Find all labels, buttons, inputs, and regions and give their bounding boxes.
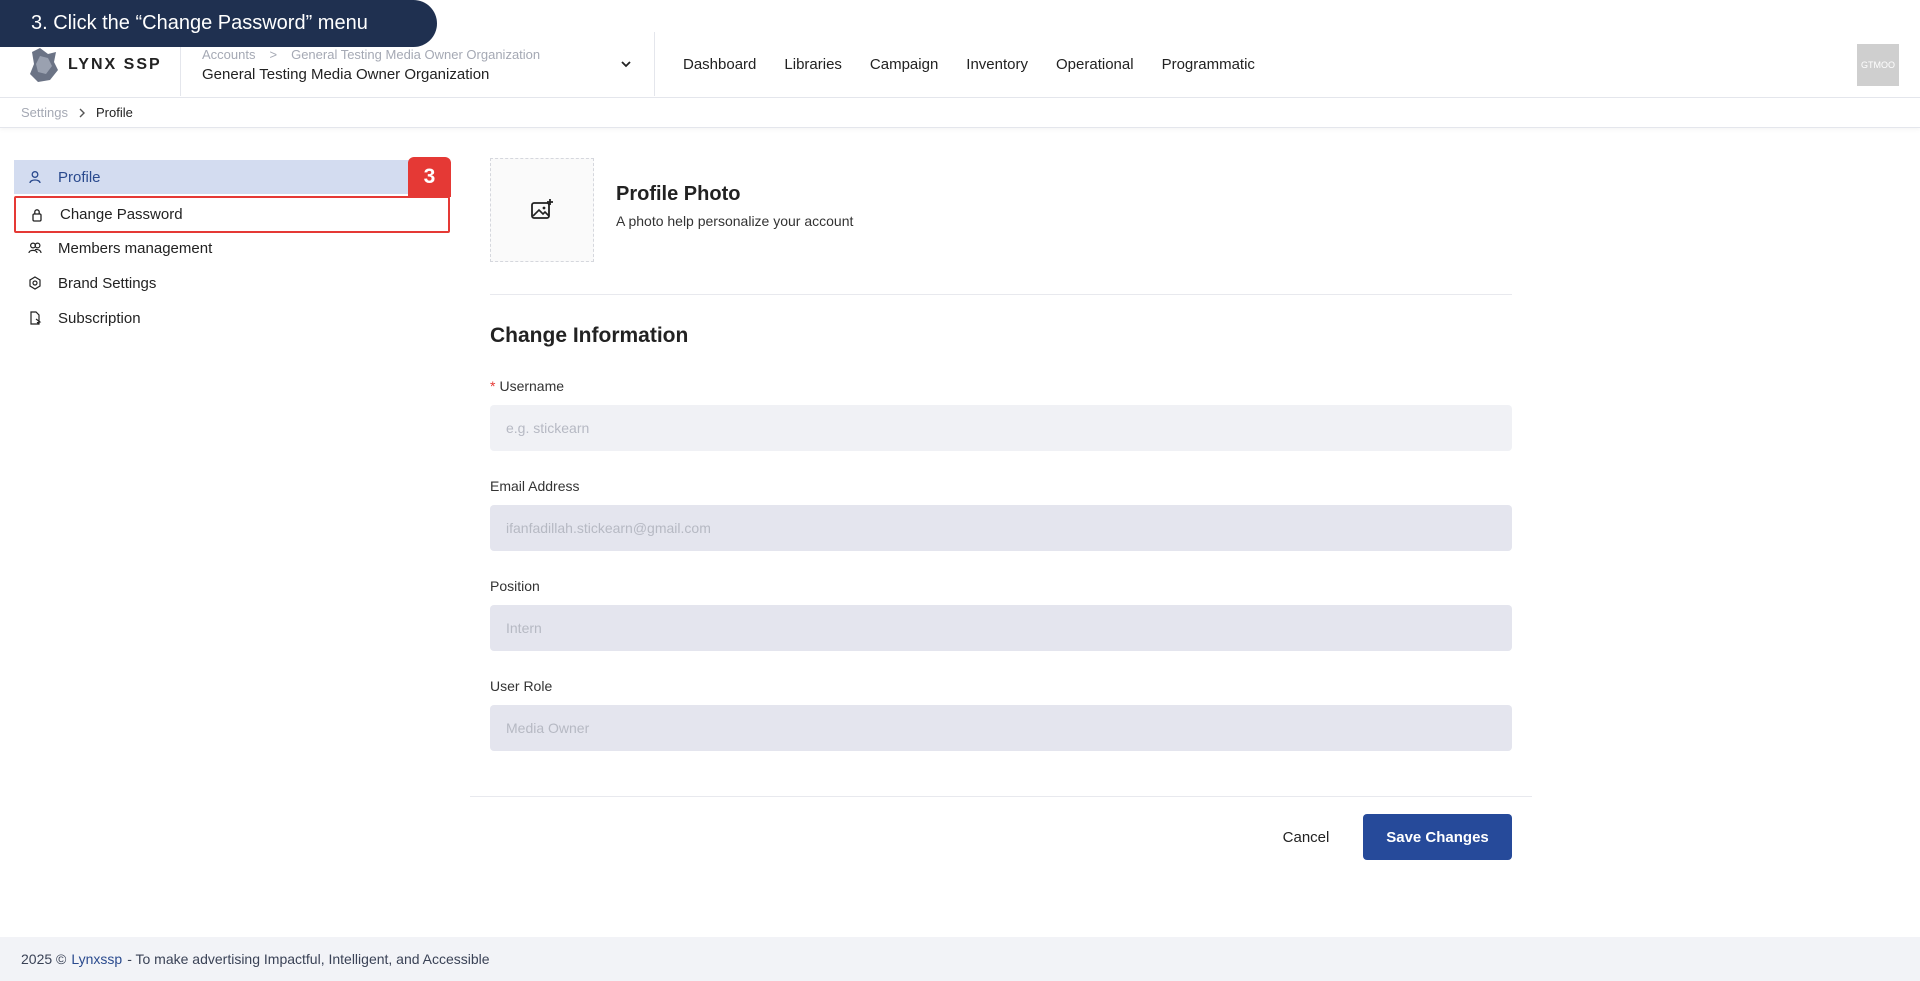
email-label: Email Address: [490, 478, 580, 494]
change-information-title: Change Information: [490, 324, 689, 347]
position-label: Position: [490, 578, 540, 594]
sidebar-item-change-password[interactable]: Change Password: [14, 196, 450, 233]
username-label: * Username: [490, 378, 564, 394]
footer-year: 2025 ©: [21, 951, 67, 967]
chevron-right-icon: [79, 108, 85, 117]
account-crumb-accounts[interactable]: Accounts: [202, 47, 255, 62]
profile-photo-subtitle: A photo help personalize your account: [616, 213, 854, 229]
lock-icon: [32, 209, 42, 222]
user-icon: [29, 171, 41, 184]
breadcrumb-bar: Settings Profile: [0, 98, 1920, 128]
position-field[interactable]: Intern: [490, 605, 1512, 651]
footer-tagline: - To make advertising Impactful, Intelli…: [127, 951, 490, 967]
sidebar-item-subscription[interactable]: Subscription: [14, 301, 450, 335]
add-image-icon: [531, 199, 553, 219]
account-breadcrumb: Accounts > General Testing Media Owner O…: [202, 47, 642, 62]
main-nav: Dashboard Libraries Campaign Inventory O…: [683, 56, 1255, 73]
nav-inventory[interactable]: Inventory: [966, 56, 1028, 73]
nav-dashboard[interactable]: Dashboard: [683, 56, 756, 73]
username-input[interactable]: [490, 405, 1512, 451]
sidebar-item-label: Brand Settings: [58, 274, 157, 292]
footer: 2025 © Lynxssp - To make advertising Imp…: [0, 937, 1920, 981]
sidebar-item-profile[interactable]: Profile: [14, 160, 450, 194]
profile-photo-title: Profile Photo: [616, 183, 741, 205]
save-changes-button[interactable]: Save Changes: [1363, 814, 1512, 860]
breadcrumb-settings[interactable]: Settings: [21, 105, 68, 120]
nav-libraries[interactable]: Libraries: [784, 56, 842, 73]
nav-campaign[interactable]: Campaign: [870, 56, 938, 73]
gear-icon: [29, 276, 41, 290]
divider: [654, 32, 655, 96]
lynx-logo-icon: [30, 48, 58, 82]
breadcrumb: Settings Profile: [21, 105, 133, 120]
profile-photo-upload[interactable]: [490, 158, 594, 262]
document-icon: [30, 311, 42, 325]
footer-brand-link[interactable]: Lynxssp: [71, 951, 122, 967]
account-name: General Testing Media Owner Organization: [202, 66, 490, 83]
divider: [470, 796, 1532, 797]
tutorial-step-banner: 3. Click the “Change Password” menu: [0, 0, 437, 47]
avatar[interactable]: GTMOO: [1857, 44, 1899, 86]
divider: [490, 294, 1512, 295]
nav-programmatic[interactable]: Programmatic: [1162, 56, 1255, 73]
required-mark: *: [490, 378, 496, 394]
breadcrumb-profile: Profile: [95, 105, 133, 120]
nav-operational[interactable]: Operational: [1056, 56, 1134, 73]
sidebar-item-members-management[interactable]: Members management: [14, 231, 450, 265]
sidebar-item-label: Profile: [58, 168, 101, 186]
logo[interactable]: LYNX SSP: [26, 46, 162, 84]
chevron-down-icon[interactable]: [618, 56, 634, 72]
sidebar-item-label: Change Password: [60, 206, 183, 223]
step-badge: 3: [408, 157, 451, 197]
sidebar-item-label: Members management: [58, 239, 213, 257]
sidebar-item-label: Subscription: [58, 309, 141, 327]
users-icon: [28, 242, 42, 254]
cancel-button[interactable]: Cancel: [1270, 814, 1342, 860]
sidebar-item-brand-settings[interactable]: Brand Settings: [14, 266, 450, 300]
account-crumb-separator: >: [269, 47, 278, 62]
user-role-field[interactable]: Media Owner: [490, 705, 1512, 751]
logo-text: LYNX SSP: [68, 56, 162, 73]
username-label-text: Username: [499, 378, 565, 394]
user-role-label: User Role: [490, 678, 553, 694]
account-switcher[interactable]: Accounts > General Testing Media Owner O…: [202, 47, 642, 83]
account-crumb-organization[interactable]: General Testing Media Owner Organization: [291, 47, 540, 62]
email-field[interactable]: ifanfadillah.stickearn@gmail.com: [490, 505, 1512, 551]
